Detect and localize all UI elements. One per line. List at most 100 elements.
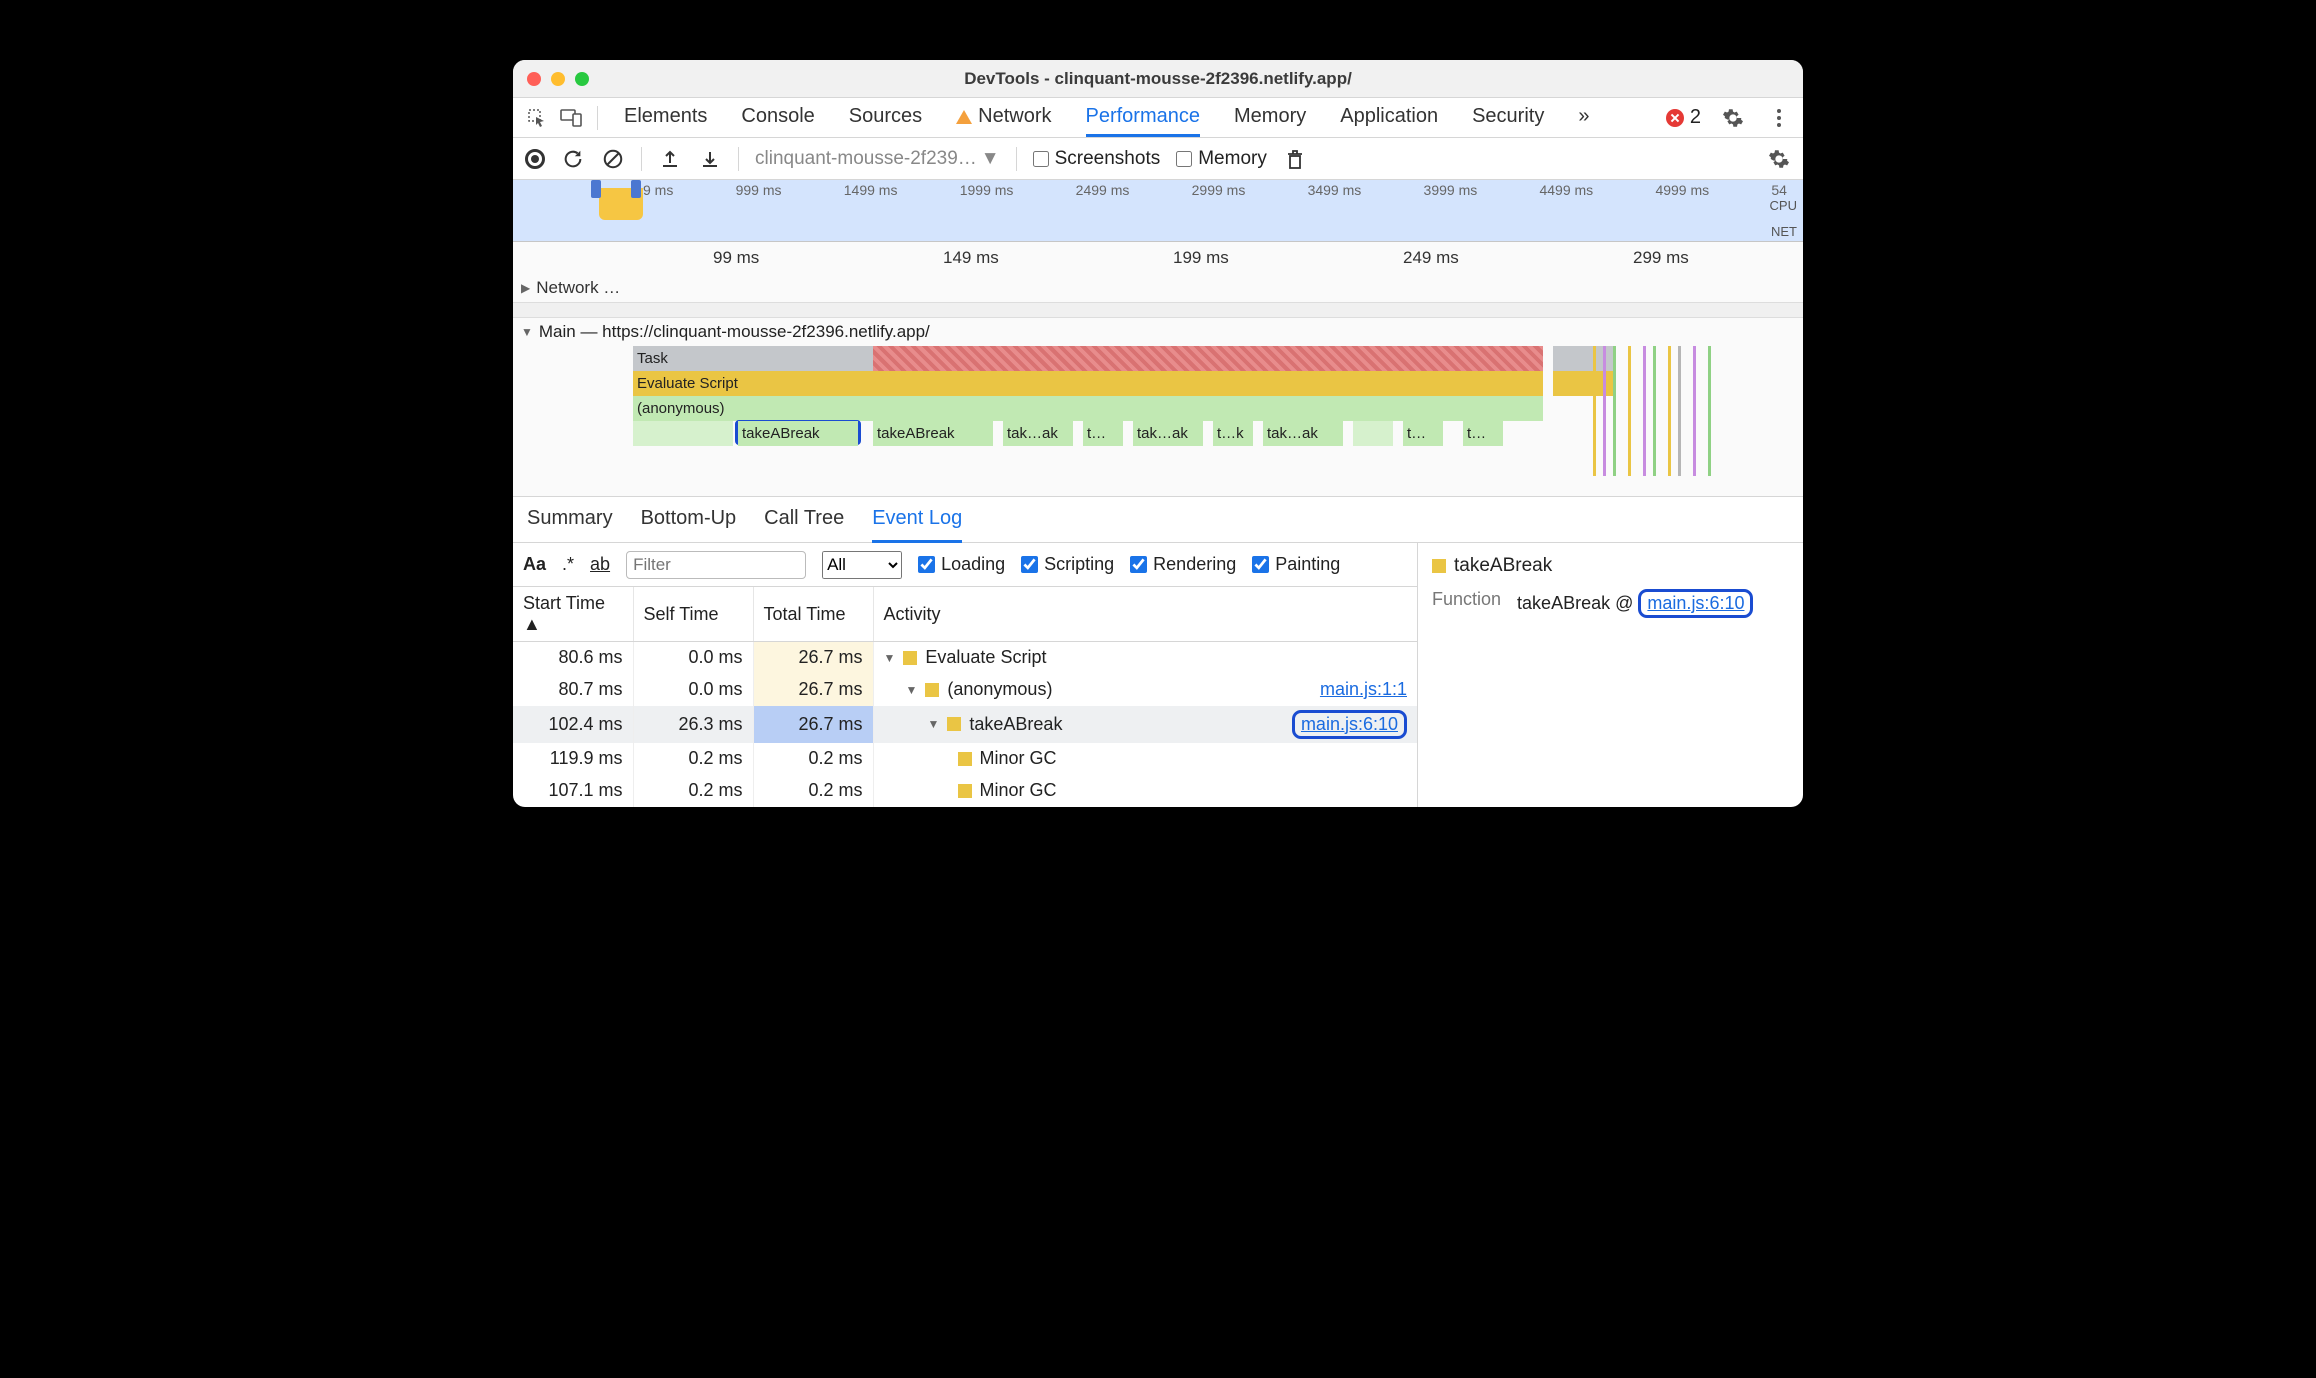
flame-call-selected[interactable]: takeABreak — [738, 421, 858, 446]
screenshots-checkbox[interactable]: Screenshots — [1033, 148, 1161, 170]
table-row[interactable]: 119.9 ms0.2 ms0.2 msMinor GC — [513, 743, 1417, 775]
flame-eval[interactable]: Evaluate Script — [633, 371, 1543, 396]
flame-call[interactable]: t… — [1403, 421, 1443, 446]
screenshots-input[interactable] — [1033, 151, 1049, 167]
whole-word-toggle[interactable]: ab — [590, 554, 610, 575]
flame-call[interactable]: t…k — [1213, 421, 1253, 446]
screenshots-label: Screenshots — [1055, 148, 1161, 170]
profile-selector[interactable]: clinquant-mousse-2f239… ▼ — [755, 148, 1000, 170]
overview-handle-right[interactable] — [631, 180, 641, 198]
details-left: Aa .* ab All Loading Scripting Rendering… — [513, 543, 1418, 807]
table-row[interactable]: 107.1 ms0.2 ms0.2 msMinor GC — [513, 775, 1417, 807]
dtab-eventlog[interactable]: Event Log — [872, 507, 962, 543]
memory-checkbox[interactable]: Memory — [1176, 148, 1267, 170]
cat-scripting[interactable]: Scripting — [1021, 554, 1114, 575]
th-total[interactable]: Total Time — [753, 587, 873, 642]
table-row[interactable]: 80.7 ms0.0 ms26.7 ms▼(anonymous)main.js:… — [513, 674, 1417, 706]
profile-label: clinquant-mousse-2f239… — [755, 148, 977, 170]
garbage-icon[interactable] — [1283, 147, 1307, 171]
record-icon[interactable] — [525, 149, 545, 169]
th-self[interactable]: Self Time — [633, 587, 753, 642]
dtab-calltree[interactable]: Call Tree — [764, 507, 844, 542]
tab-memory[interactable]: Memory — [1234, 99, 1306, 136]
timeline-separator — [513, 302, 1803, 318]
cell-start: 107.1 ms — [513, 775, 633, 807]
flame-call[interactable]: tak…ak — [1003, 421, 1073, 446]
disclosure-icon[interactable]: ▼ — [884, 651, 896, 665]
memory-label: Memory — [1198, 148, 1267, 170]
settings-icon[interactable] — [1767, 147, 1791, 171]
play-icon: ▶ — [521, 281, 530, 295]
clear-icon[interactable] — [601, 147, 625, 171]
tab-sources[interactable]: Sources — [849, 99, 922, 136]
regex-toggle[interactable]: .* — [562, 554, 574, 575]
network-row[interactable]: ▶ Network … — [513, 274, 1803, 302]
link-ring: main.js:6:10 — [1292, 710, 1407, 739]
flame-call[interactable] — [633, 421, 733, 446]
flame-task-long[interactable] — [873, 346, 1543, 371]
cat-painting[interactable]: Painting — [1252, 554, 1340, 575]
dtab-summary[interactable]: Summary — [527, 507, 613, 542]
cell-start: 80.7 ms — [513, 674, 633, 706]
side-func-key: Function — [1432, 589, 1501, 618]
ov-tick: 4999 ms — [1655, 182, 1709, 198]
overview-handle-left[interactable] — [591, 180, 601, 198]
ov-tick: 1999 ms — [960, 182, 1014, 198]
cat-rendering[interactable]: Rendering — [1130, 554, 1236, 575]
tab-elements[interactable]: Elements — [624, 99, 707, 136]
tab-console[interactable]: Console — [741, 99, 814, 136]
download-icon[interactable] — [698, 147, 722, 171]
flame-chart[interactable]: Task Evaluate Script (anonymous) takeABr… — [513, 346, 1803, 476]
flame-task-grey[interactable]: Task — [633, 346, 873, 371]
cat-loading[interactable]: Loading — [918, 554, 1005, 575]
level-select[interactable]: All — [822, 551, 902, 579]
flame-call[interactable]: t… — [1463, 421, 1503, 446]
tab-network[interactable]: Network — [956, 99, 1051, 136]
kebab-icon[interactable] — [1765, 104, 1793, 132]
main-thread-header[interactable]: ▼ Main — https://clinquant-mousse-2f2396… — [513, 318, 1803, 346]
device-toggle-icon[interactable] — [557, 104, 585, 132]
source-link[interactable]: main.js:1:1 — [1320, 679, 1407, 700]
side-title: takeABreak — [1432, 555, 1789, 577]
ruler-tick: 299 ms — [1633, 248, 1689, 268]
upload-icon[interactable] — [658, 147, 682, 171]
error-icon — [1666, 109, 1684, 127]
tab-application[interactable]: Application — [1340, 99, 1438, 136]
flame-call[interactable]: tak…ak — [1263, 421, 1343, 446]
flame-call[interactable]: tak…ak — [1133, 421, 1203, 446]
inspect-icon[interactable] — [523, 104, 551, 132]
error-indicator[interactable]: 2 — [1666, 106, 1701, 129]
settings-icon[interactable] — [1719, 104, 1747, 132]
disclosure-icon[interactable]: ▼ — [906, 683, 918, 697]
tab-more[interactable]: » — [1578, 99, 1589, 136]
square-icon — [947, 717, 961, 731]
disclosure-icon[interactable]: ▼ — [928, 717, 940, 731]
table-row[interactable]: 102.4 ms26.3 ms26.7 ms▼takeABreakmain.js… — [513, 706, 1417, 743]
cell-total: 26.7 ms — [753, 674, 873, 706]
tab-security[interactable]: Security — [1472, 99, 1544, 136]
flame-call[interactable]: takeABreak — [873, 421, 993, 446]
side-func-link[interactable]: main.js:6:10 — [1647, 593, 1744, 613]
th-start[interactable]: Start Time ▲ — [513, 587, 633, 642]
match-case-toggle[interactable]: Aa — [523, 554, 546, 575]
memory-input[interactable] — [1176, 151, 1192, 167]
flame-call[interactable]: t… — [1083, 421, 1123, 446]
ov-tick: 3499 ms — [1308, 182, 1362, 198]
filter-input[interactable] — [626, 551, 806, 579]
cell-start: 102.4 ms — [513, 706, 633, 743]
side-func-name: takeABreak — [1517, 593, 1610, 613]
dtab-bottomup[interactable]: Bottom-Up — [641, 507, 737, 542]
th-activity[interactable]: Activity — [873, 587, 1417, 642]
table-row[interactable]: 80.6 ms0.0 ms26.7 ms▼Evaluate Script — [513, 642, 1417, 674]
details-body: Aa .* ab All Loading Scripting Rendering… — [513, 543, 1803, 807]
flame-call[interactable] — [1353, 421, 1393, 446]
flame-anon[interactable]: (anonymous) — [633, 396, 1543, 421]
ov-tick: 2999 ms — [1192, 182, 1246, 198]
source-link[interactable]: main.js:6:10 — [1301, 714, 1398, 734]
cell-self: 0.2 ms — [633, 775, 753, 807]
timeline[interactable]: 99 ms 149 ms 199 ms 249 ms 299 ms ▶ Netw… — [513, 242, 1803, 497]
activity-label: Minor GC — [980, 748, 1057, 769]
tab-performance[interactable]: Performance — [1086, 99, 1201, 137]
reload-icon[interactable] — [561, 147, 585, 171]
overview-strip[interactable]: 9 ms 999 ms 1499 ms 1999 ms 2499 ms 2999… — [513, 180, 1803, 242]
